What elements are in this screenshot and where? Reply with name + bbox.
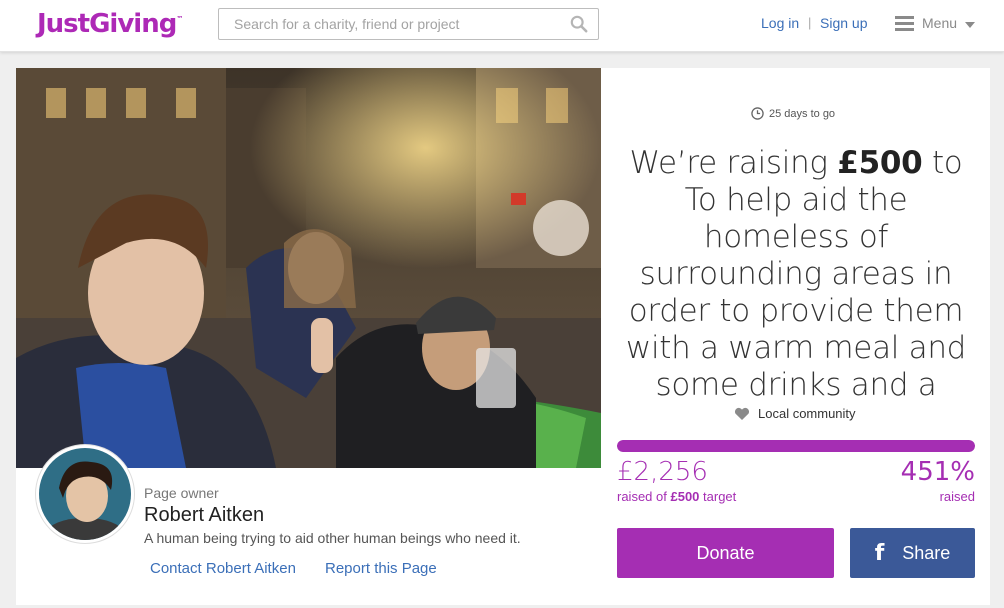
progress-bar — [617, 440, 975, 452]
logo-text: JustGiving — [37, 9, 177, 39]
justgiving-logo[interactable]: JustGiving™ — [37, 9, 183, 39]
target-amount: £500 — [670, 489, 700, 504]
top-navigation-bar: JustGiving™ Log in | Sign up Menu — [0, 0, 1004, 52]
days-to-go-text: 25 days to go — [769, 107, 836, 120]
percent-raised-label: raised — [939, 489, 975, 504]
owner-bio: A human being trying to aid other human … — [144, 530, 521, 546]
campaign-headline: We’re raising £500 to To help aid the ho… — [616, 145, 976, 404]
fundraising-page-card: Page owner Robert Aitken A human being t… — [16, 68, 990, 605]
search-box — [218, 8, 599, 40]
logo-trademark: ™ — [176, 15, 184, 23]
hamburger-icon — [895, 16, 914, 31]
percent-raised: 451% — [900, 457, 975, 487]
raised-of-text: raised of — [617, 489, 671, 504]
donate-button[interactable]: Donate — [617, 528, 834, 578]
page-owner-label: Page owner — [144, 485, 219, 501]
target-word: target — [699, 489, 737, 504]
login-link[interactable]: Log in — [761, 15, 799, 31]
progress-bar-fill — [617, 440, 975, 452]
headline-prefix: We’re raising — [629, 145, 838, 181]
nav-separator: | — [808, 15, 812, 30]
search-icon[interactable] — [570, 15, 588, 33]
owner-name: Robert Aitken — [144, 504, 265, 526]
signup-link[interactable]: Sign up — [820, 15, 867, 31]
clock-icon — [751, 107, 764, 120]
share-label: Share — [902, 542, 951, 563]
facebook-icon: f — [874, 540, 885, 566]
menu-label: Menu — [922, 15, 958, 31]
campaign-photo — [16, 68, 601, 468]
days-remaining: 25 days to go — [751, 107, 835, 120]
report-page-link[interactable]: Report this Page — [325, 560, 437, 577]
search-input[interactable] — [219, 9, 559, 39]
chevron-down-icon — [965, 22, 975, 28]
raised-amount: £2,256 — [617, 457, 708, 487]
contact-owner-link[interactable]: Contact Robert Aitken — [150, 560, 296, 577]
facebook-share-button[interactable]: f Share — [850, 528, 975, 578]
headline-target-amount: £500 — [837, 145, 923, 181]
campaign-category: Local community — [734, 406, 856, 421]
heart-icon — [734, 407, 750, 420]
raised-of-target: raised of £500 target — [617, 489, 736, 504]
headline-text: to To help aid the homeless of surroundi… — [625, 145, 967, 403]
owner-avatar[interactable] — [36, 445, 134, 543]
category-label: Local community — [758, 406, 856, 421]
